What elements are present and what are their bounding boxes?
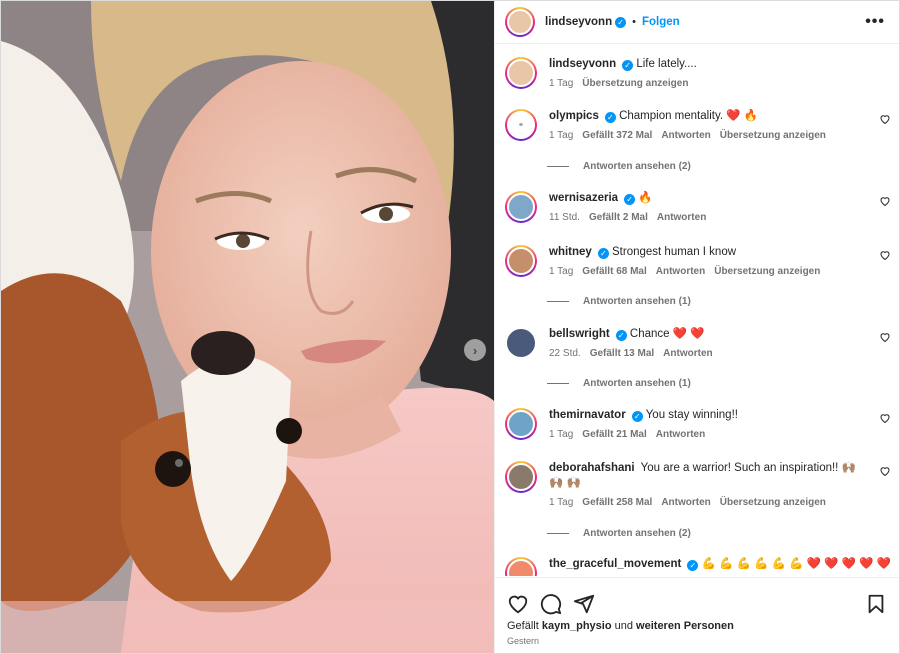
verified-icon: ✓ — [597, 248, 609, 259]
header-separator: • — [632, 16, 636, 28]
bookmark-icon[interactable] — [865, 593, 887, 615]
heart-icon[interactable] — [879, 195, 891, 207]
translate-link[interactable]: Übersetzung anzeigen — [720, 497, 826, 508]
heart-icon[interactable] — [879, 412, 891, 424]
translate-link[interactable]: Übersetzung anzeigen — [720, 130, 826, 141]
comment-item: the_graceful_movement ✓ 💪 💪 💪 💪 💪 💪 ❤️ ❤️… — [505, 557, 891, 576]
reply-button[interactable]: Antworten — [656, 429, 705, 440]
post-photo — [1, 1, 494, 653]
reply-button[interactable]: Antworten — [661, 497, 710, 508]
others-link[interactable]: weiteren Personen — [636, 620, 734, 632]
caption-avatar[interactable] — [505, 57, 537, 89]
comment-time: 1 Tag — [549, 130, 574, 141]
comment-likes[interactable]: Gefällt 258 Mal — [582, 497, 652, 508]
verified-icon: ✓ — [687, 560, 699, 571]
view-replies-button[interactable]: Antworten ansehen (1) — [547, 378, 691, 389]
comment-likes[interactable]: Gefällt 68 Mal — [582, 266, 646, 277]
verified-icon: ✓ — [604, 112, 616, 123]
share-icon[interactable] — [573, 593, 595, 615]
comment-username[interactable]: bellswright — [549, 328, 610, 340]
comment-username[interactable]: wernisazeria — [549, 192, 618, 204]
comment-username[interactable]: the_graceful_movement — [549, 558, 681, 570]
post-header: lindseyvonn ✓ • Folgen ••• — [495, 1, 899, 44]
like-heart-icon[interactable] — [507, 593, 529, 615]
heart-icon[interactable] — [879, 331, 891, 343]
author-avatar[interactable] — [505, 7, 535, 37]
comment-time: 1 Tag — [549, 266, 574, 277]
liked-by-user[interactable]: kaym_physio — [542, 620, 612, 632]
verified-icon: ✓ — [622, 60, 634, 71]
post-media[interactable]: › — [1, 1, 494, 653]
comment-text: Chance ❤️ ❤️ — [629, 328, 705, 340]
reply-button[interactable]: Antworten — [657, 212, 706, 223]
chevron-right-icon: › — [472, 342, 478, 358]
comment-item: whitney ✓ Strongest human I know 1 Tag Gef… — [505, 245, 891, 277]
comment-username[interactable]: themirnavator — [549, 409, 626, 421]
view-replies-button[interactable]: Antworten ansehen (1) — [547, 296, 691, 307]
reply-button[interactable]: Antworten — [663, 348, 712, 359]
reply-button[interactable]: Antworten — [661, 130, 710, 141]
verified-icon: ✓ — [615, 330, 627, 341]
comment-item: deborahafshani You are a warrior! Such a… — [505, 461, 891, 508]
comment-avatar[interactable] — [505, 408, 537, 440]
author-username[interactable]: lindseyvonn — [545, 16, 612, 28]
comment-text: 💪 💪 💪 💪 💪 💪 ❤️ ❤️ ❤️ ❤️ ❤️ — [701, 558, 891, 570]
likes-summary: Gefällt kaym_physio und weiteren Persone… — [495, 620, 899, 632]
likes-prefix: Gefällt — [507, 620, 539, 632]
post-dialog: › lindseyvonn ✓ • Folgen ••• lindseyvonn… — [0, 0, 900, 654]
caption-text: Life lately.... — [636, 58, 697, 70]
caption-time: 1 Tag — [549, 78, 574, 89]
translate-link[interactable]: Übersetzung anzeigen — [714, 266, 820, 277]
heart-icon[interactable] — [879, 113, 891, 125]
comment-username[interactable]: olympics — [549, 110, 599, 122]
post-date: Gestern — [507, 636, 540, 646]
follow-button[interactable]: Folgen — [642, 16, 680, 28]
comment-text: 🔥 — [638, 192, 653, 204]
likes-mid: und — [614, 620, 633, 632]
comment-avatar[interactable]: ⚭ — [505, 109, 537, 141]
comments-list[interactable]: lindseyvonn ✓ Life lately.... 1 Tag Überse… — [495, 45, 899, 576]
comment-username[interactable]: deborahafshani — [549, 462, 635, 474]
comment-text: Strongest human I know — [612, 246, 737, 258]
comment-likes[interactable]: Gefällt 2 Mal — [589, 212, 648, 223]
comment-icon[interactable] — [540, 593, 562, 615]
verified-icon: ✓ — [615, 16, 627, 28]
view-replies-button[interactable]: Antworten ansehen (2) — [547, 161, 691, 172]
comment-item: wernisazeria ✓ 🔥 11 Std. Gefällt 2 Mal Antw… — [505, 191, 891, 223]
comment-item: themirnavator ✓ You stay winning!! 1 Tag G… — [505, 408, 891, 440]
post-caption: lindseyvonn ✓ Life lately.... 1 Tag Überse… — [505, 57, 891, 89]
comment-item: bellswright ✓ Chance ❤️ ❤️ 22 Std. Gefällt… — [505, 327, 891, 359]
post-actions: Gefällt kaym_physio und weiteren Persone… — [495, 577, 899, 653]
comment-time: 22 Std. — [549, 348, 581, 359]
comment-time: 11 Std. — [549, 212, 580, 223]
caption-username[interactable]: lindseyvonn — [549, 58, 616, 70]
comment-time: 1 Tag — [549, 429, 574, 440]
verified-icon: ✓ — [631, 411, 643, 422]
heart-icon[interactable] — [879, 249, 891, 261]
comment-avatar[interactable] — [505, 245, 537, 277]
comment-text: You stay winning!! — [645, 409, 738, 421]
next-slide-button[interactable]: › — [464, 339, 486, 361]
more-icon[interactable]: ••• — [865, 13, 885, 31]
caption-translate-link[interactable]: Übersetzung anzeigen — [582, 78, 688, 89]
comment-avatar[interactable] — [505, 557, 537, 576]
comment-text: Champion mentality. ❤️ 🔥 — [619, 110, 759, 122]
comment-time: 1 Tag — [549, 497, 574, 508]
post-sidebar: lindseyvonn ✓ • Folgen ••• lindseyvonn ✓ … — [494, 1, 899, 653]
view-replies-button[interactable]: Antworten ansehen (2) — [547, 528, 691, 539]
comment-avatar[interactable] — [505, 191, 537, 223]
reply-button[interactable]: Antworten — [656, 266, 705, 277]
comment-likes[interactable]: Gefällt 13 Mal — [590, 348, 654, 359]
comment-likes[interactable]: Gefällt 21 Mal — [582, 429, 646, 440]
heart-icon[interactable] — [879, 465, 891, 477]
comment-avatar[interactable] — [505, 461, 537, 493]
comment-username[interactable]: whitney — [549, 246, 592, 258]
comment-item: ⚭ olympics ✓ Champion mentality. ❤️ 🔥 1 T… — [505, 109, 891, 141]
comment-avatar[interactable] — [505, 327, 537, 359]
comment-likes[interactable]: Gefällt 372 Mal — [582, 130, 652, 141]
verified-icon: ✓ — [624, 194, 636, 205]
